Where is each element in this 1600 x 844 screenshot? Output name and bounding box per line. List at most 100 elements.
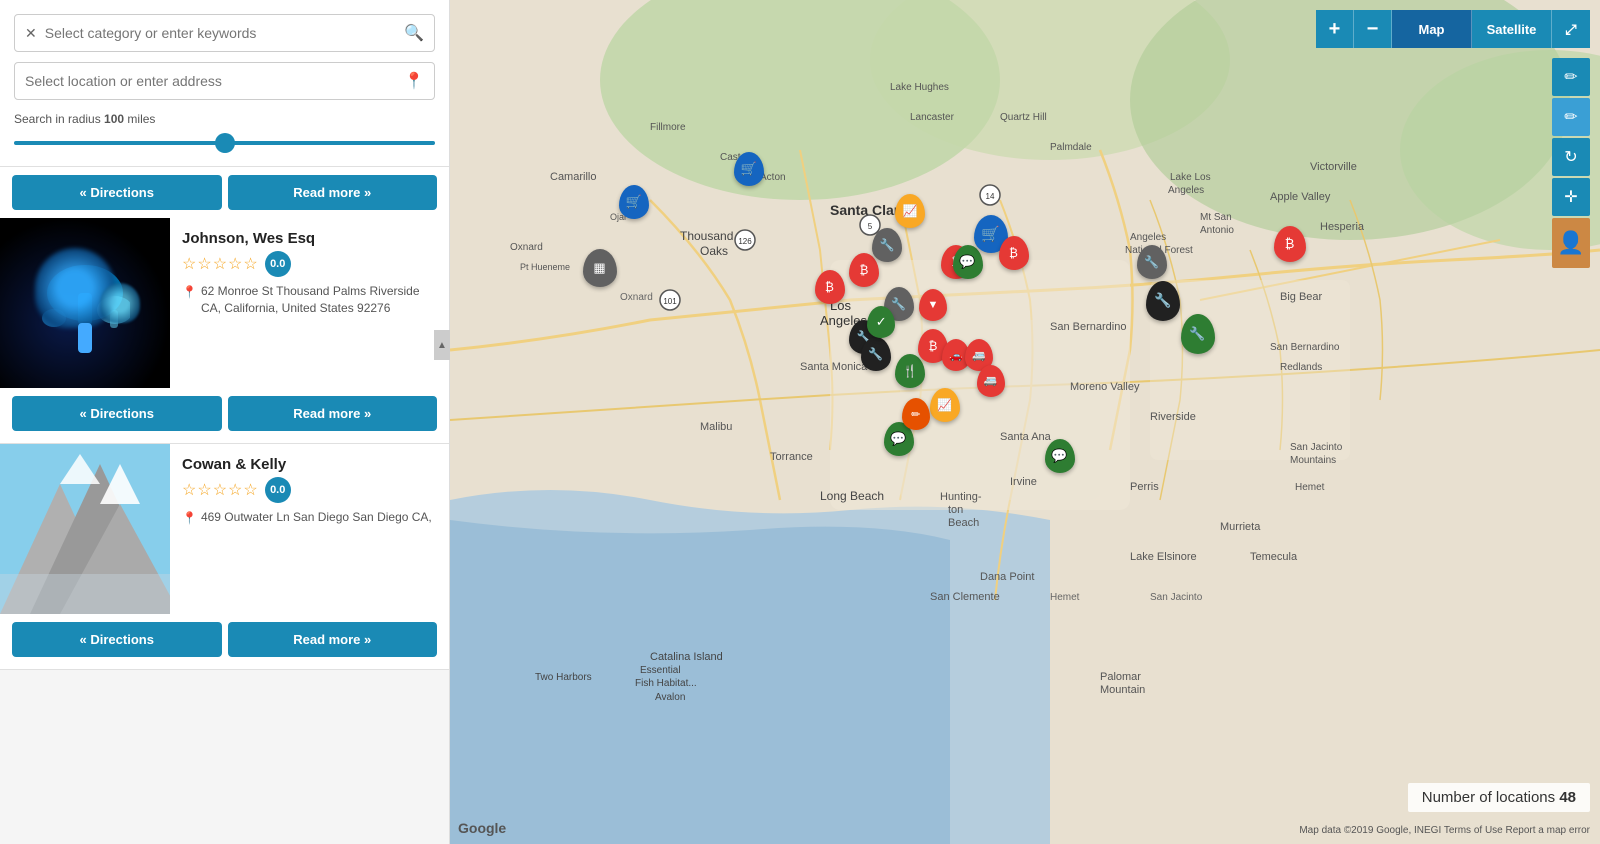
map-pin[interactable]: 🔧 — [1181, 314, 1215, 354]
map-side-controls: ✏ ✏ ↻ ✛ 👤 — [1552, 58, 1590, 268]
map-pin[interactable]: ✏ — [902, 398, 930, 430]
search-section: ✕ 🔍 📍 Search in radius 100 miles — [0, 0, 449, 167]
location-pin-icon: 📍 — [404, 71, 424, 91]
star-3: ☆ — [213, 254, 227, 274]
svg-text:Mountain: Mountain — [1100, 684, 1145, 696]
result-name: Johnson, Wes Esq — [182, 230, 437, 247]
location-search-input[interactable] — [25, 73, 404, 89]
svg-text:Lake Hughes: Lake Hughes — [890, 82, 949, 93]
svg-text:101: 101 — [663, 297, 677, 306]
clear-keyword-icon[interactable]: ✕ — [25, 25, 37, 42]
svg-text:Riverside: Riverside — [1150, 411, 1196, 423]
svg-text:Perris: Perris — [1130, 481, 1159, 493]
svg-text:Lake Los: Lake Los — [1170, 172, 1211, 183]
map-pin[interactable]: ₿ — [999, 236, 1029, 270]
map-pin[interactable]: 🚐 — [977, 365, 1005, 397]
pin-icon: 📈 — [895, 194, 925, 228]
readmore-button[interactable]: Read more » — [228, 622, 438, 657]
map-pin[interactable]: 💬 — [1045, 439, 1075, 473]
svg-text:Santa Monica: Santa Monica — [800, 361, 868, 373]
svg-text:San Bernardino: San Bernardino — [1050, 321, 1126, 333]
readmore-button[interactable]: Read more » — [228, 396, 438, 431]
pin-icon: 🛒 — [619, 185, 649, 219]
svg-text:Oxnard: Oxnard — [620, 292, 653, 303]
first-readmore-button[interactable]: Read more » — [228, 175, 438, 210]
address-text: 469 Outwater Ln San Diego San Diego CA, — [201, 509, 432, 526]
results-list[interactable]: Johnson, Wes Esq ☆ ☆ ☆ ☆ ☆ 0.0 📍 62 Monr… — [0, 218, 449, 844]
radius-value: 100 — [104, 112, 124, 126]
svg-text:Irvine: Irvine — [1010, 476, 1037, 488]
map-pin[interactable]: 🔧 — [861, 337, 891, 371]
map-pin[interactable]: ₿ — [815, 270, 845, 304]
result-item-top: Johnson, Wes Esq ☆ ☆ ☆ ☆ ☆ 0.0 📍 62 Monr… — [0, 218, 449, 388]
rating-badge: 0.0 — [265, 251, 291, 277]
refresh-button[interactable]: ↻ — [1552, 138, 1590, 176]
pin-icon: ▦ — [583, 249, 617, 287]
locations-count-label: Number of locations — [1422, 789, 1555, 806]
star-5: ☆ — [243, 480, 257, 500]
left-panel: ✕ 🔍 📍 Search in radius 100 miles « Direc… — [0, 0, 450, 844]
star-1: ☆ — [182, 254, 196, 274]
first-directions-button[interactable]: « Directions — [12, 175, 222, 210]
map-svg: Camarillo Thousand Oaks Santa Clarita Sa… — [450, 0, 1600, 844]
svg-text:Murrieta: Murrieta — [1220, 521, 1261, 533]
scroll-handle[interactable]: ▲ — [434, 330, 450, 360]
fullscreen-button[interactable]: ⤢ — [1552, 10, 1590, 48]
svg-text:Antonio: Antonio — [1200, 225, 1234, 236]
zoom-in-button[interactable]: + — [1316, 10, 1354, 48]
map-pin[interactable]: ₿ — [1274, 226, 1306, 262]
map-pin[interactable]: 📈 — [895, 194, 925, 228]
attribution-text: Map data ©2019 Google, INEGI Terms of Us… — [1299, 825, 1590, 836]
map-pin[interactable]: ▼ — [919, 289, 947, 321]
keyword-search-input[interactable] — [45, 25, 404, 41]
radius-slider[interactable] — [14, 141, 435, 145]
star-rating: ☆ ☆ ☆ ☆ ☆ 0.0 — [182, 477, 437, 503]
map-pin[interactable]: 🛒 — [619, 185, 649, 219]
map-pin[interactable]: 📈 — [930, 388, 960, 422]
map-area: Camarillo Thousand Oaks Santa Clarita Sa… — [450, 0, 1600, 844]
svg-text:Angeles: Angeles — [1168, 185, 1204, 196]
map-pin[interactable]: 🛒 — [734, 152, 764, 186]
map-pin[interactable]: 🔧 — [1137, 245, 1167, 279]
satellite-view-button[interactable]: Satellite — [1472, 10, 1552, 48]
result-actions: « Directions Read more » — [0, 614, 449, 669]
zoom-out-button[interactable]: − — [1354, 10, 1392, 48]
star-2: ☆ — [197, 254, 211, 274]
edit-button[interactable]: ✏ — [1552, 58, 1590, 96]
star-5: ☆ — [243, 254, 257, 274]
person-icon-button[interactable]: 👤 — [1552, 218, 1590, 268]
svg-text:ton: ton — [948, 504, 963, 516]
svg-text:Torrance: Torrance — [770, 451, 813, 463]
mountains-image — [0, 444, 170, 614]
svg-text:Lancaster: Lancaster — [910, 112, 955, 123]
move-button[interactable]: ✛ — [1552, 178, 1590, 216]
svg-text:San Bernardino: San Bernardino — [1270, 342, 1340, 353]
mushroom-stem — [78, 323, 92, 353]
pin-icon: 🔧 — [1181, 314, 1215, 354]
map-pin[interactable]: 🔧 — [872, 228, 902, 262]
result-thumbnail — [0, 218, 170, 388]
svg-text:Hemet: Hemet — [1295, 482, 1325, 493]
locations-count-number: 48 — [1559, 789, 1576, 806]
result-address: 📍 62 Monroe St Thousand Palms Riverside … — [182, 283, 437, 317]
map-pin[interactable]: 🔧 — [1146, 281, 1180, 321]
svg-text:Hunting-: Hunting- — [940, 491, 982, 503]
map-view-button[interactable]: Map — [1392, 10, 1472, 48]
pin-icon: 🔧 — [1146, 281, 1180, 321]
directions-button[interactable]: « Directions — [12, 396, 222, 431]
svg-text:Lake Elsinore: Lake Elsinore — [1130, 551, 1197, 563]
star-4: ☆ — [228, 254, 242, 274]
google-text: Google — [458, 820, 506, 836]
svg-text:Apple Valley: Apple Valley — [1270, 191, 1331, 203]
map-pin[interactable]: ▦ — [583, 249, 617, 287]
edit-alt-button[interactable]: ✏ — [1552, 98, 1590, 136]
star-rating: ☆ ☆ ☆ ☆ ☆ 0.0 — [182, 251, 437, 277]
keyword-search-box: ✕ 🔍 — [14, 14, 435, 52]
directions-button[interactable]: « Directions — [12, 622, 222, 657]
map-pin[interactable]: ✓ — [867, 306, 895, 338]
svg-text:126: 126 — [738, 237, 752, 246]
svg-text:Victorville: Victorville — [1310, 161, 1357, 173]
svg-text:14: 14 — [986, 192, 995, 201]
mushroom-small — [100, 283, 140, 323]
map-background: Camarillo Thousand Oaks Santa Clarita Sa… — [450, 0, 1600, 844]
